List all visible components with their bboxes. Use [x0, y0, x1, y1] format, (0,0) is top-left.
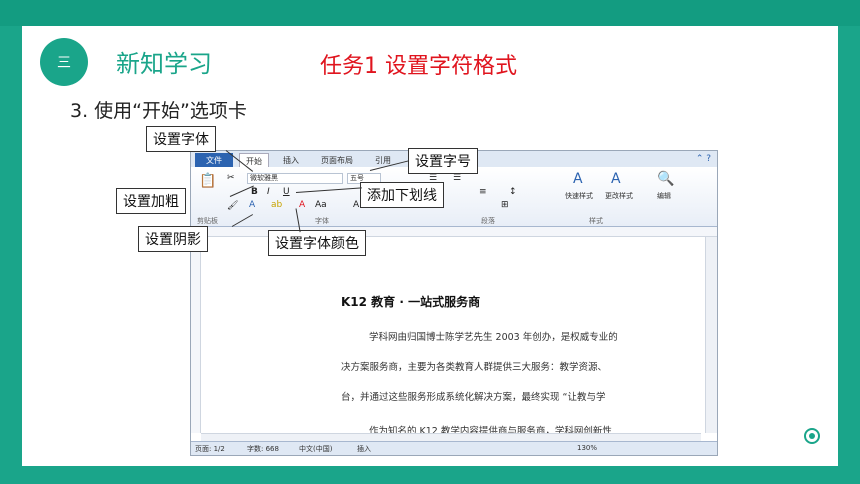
status-bar: 页面: 1/2 字数: 668 中文(中国) 插入 130% — [191, 441, 717, 455]
status-words[interactable]: 字数: 668 — [247, 444, 279, 454]
numbering-icon[interactable]: ☰ — [453, 173, 461, 183]
bold-icon[interactable]: B — [251, 187, 258, 197]
bottom-band — [0, 466, 860, 484]
highlight-icon[interactable]: ab — [271, 200, 282, 210]
text-effect-icon[interactable]: A — [249, 200, 255, 210]
subtitle: 3. 使用“开始”选项卡 — [70, 100, 247, 122]
underline-icon[interactable]: U — [283, 187, 290, 197]
vertical-scrollbar[interactable] — [705, 237, 717, 433]
format-painter-icon[interactable]: 🖌 — [227, 201, 238, 211]
change-styles-label[interactable]: 更改样式 — [605, 191, 633, 201]
doc-line-3: 台，并通过这些服务形成系统化解决方案，最终实现 “让教与学 — [341, 392, 606, 403]
group-paragraph: 段落 — [481, 217, 495, 225]
callout-underline: 添加下划线 — [360, 182, 444, 208]
group-styles: 样式 — [589, 217, 603, 225]
edit-label[interactable]: 编辑 — [657, 191, 671, 201]
paste-icon[interactable]: 📋 — [199, 173, 216, 189]
status-mode[interactable]: 插入 — [357, 444, 371, 454]
group-font: 字体 — [315, 217, 329, 225]
line-spacing-icon[interactable]: ↕ — [509, 187, 517, 197]
char-shading-icon[interactable]: A — [353, 200, 359, 210]
status-page[interactable]: 页面: 1/2 — [195, 444, 225, 454]
callout-font-size: 设置字号 — [408, 148, 478, 174]
doc-line-1: 学科网由归国博士陈学艺先生 2003 年创办，是权威专业的 — [369, 332, 618, 343]
change-styles-icon[interactable]: A — [611, 171, 621, 187]
section-title: 新知学习 — [116, 50, 212, 78]
doc-heading: K12 教育 · 一站式服务商 — [341, 295, 481, 309]
callout-font: 设置字体 — [146, 126, 216, 152]
nav-radio-button[interactable] — [804, 428, 820, 444]
status-language[interactable]: 中文(中国) — [299, 444, 332, 454]
callout-bold: 设置加粗 — [116, 188, 186, 214]
tab-insert[interactable]: 插入 — [277, 153, 305, 167]
cut-icon[interactable]: ✂ — [227, 173, 235, 183]
tab-page-layout[interactable]: 页面布局 — [315, 153, 359, 167]
callout-font-color: 设置字体颜色 — [268, 230, 366, 256]
italic-icon[interactable]: I — [267, 187, 270, 197]
find-icon[interactable]: 🔍 — [657, 171, 674, 187]
quick-styles-label[interactable]: 快速样式 — [565, 191, 593, 201]
tab-file[interactable]: 文件 — [195, 153, 233, 167]
doc-line-2: 决方案服务商，主要为各类教育人群提供三大服务：教学资源、 — [341, 362, 608, 373]
word-screenshot: 文件 开始 插入 页面布局 引用 ⌃ ? 📋 ✂ 🖌 微软雅黑 五号 B I U… — [190, 150, 718, 456]
font-color-icon[interactable]: A — [299, 200, 305, 210]
horizontal-scrollbar[interactable] — [201, 433, 701, 441]
zoom-level[interactable]: 130% — [577, 444, 597, 452]
help-icon[interactable]: ⌃ ? — [696, 154, 711, 164]
borders-icon[interactable]: ⊞ — [501, 200, 509, 210]
section-badge: 三 — [40, 38, 88, 86]
quick-styles-icon[interactable]: A — [573, 171, 583, 187]
task-title: 任务1 设置字符格式 — [320, 54, 517, 79]
group-clipboard: 剪贴板 — [197, 217, 218, 225]
callout-shadow: 设置阴影 — [138, 226, 208, 252]
document-area[interactable]: K12 教育 · 一站式服务商 学科网由归国博士陈学艺先生 2003 年创办，是… — [191, 237, 717, 437]
change-case-icon[interactable]: Aa — [315, 200, 327, 210]
top-bar — [0, 0, 860, 26]
ribbon: 📋 ✂ 🖌 微软雅黑 五号 B I U A ab A Aa A ☰ ☰ ≡ ↕ … — [191, 167, 717, 227]
font-name-select[interactable]: 微软雅黑 — [247, 173, 343, 184]
vertical-ruler — [191, 237, 201, 433]
align-icon[interactable]: ≡ — [479, 187, 487, 197]
